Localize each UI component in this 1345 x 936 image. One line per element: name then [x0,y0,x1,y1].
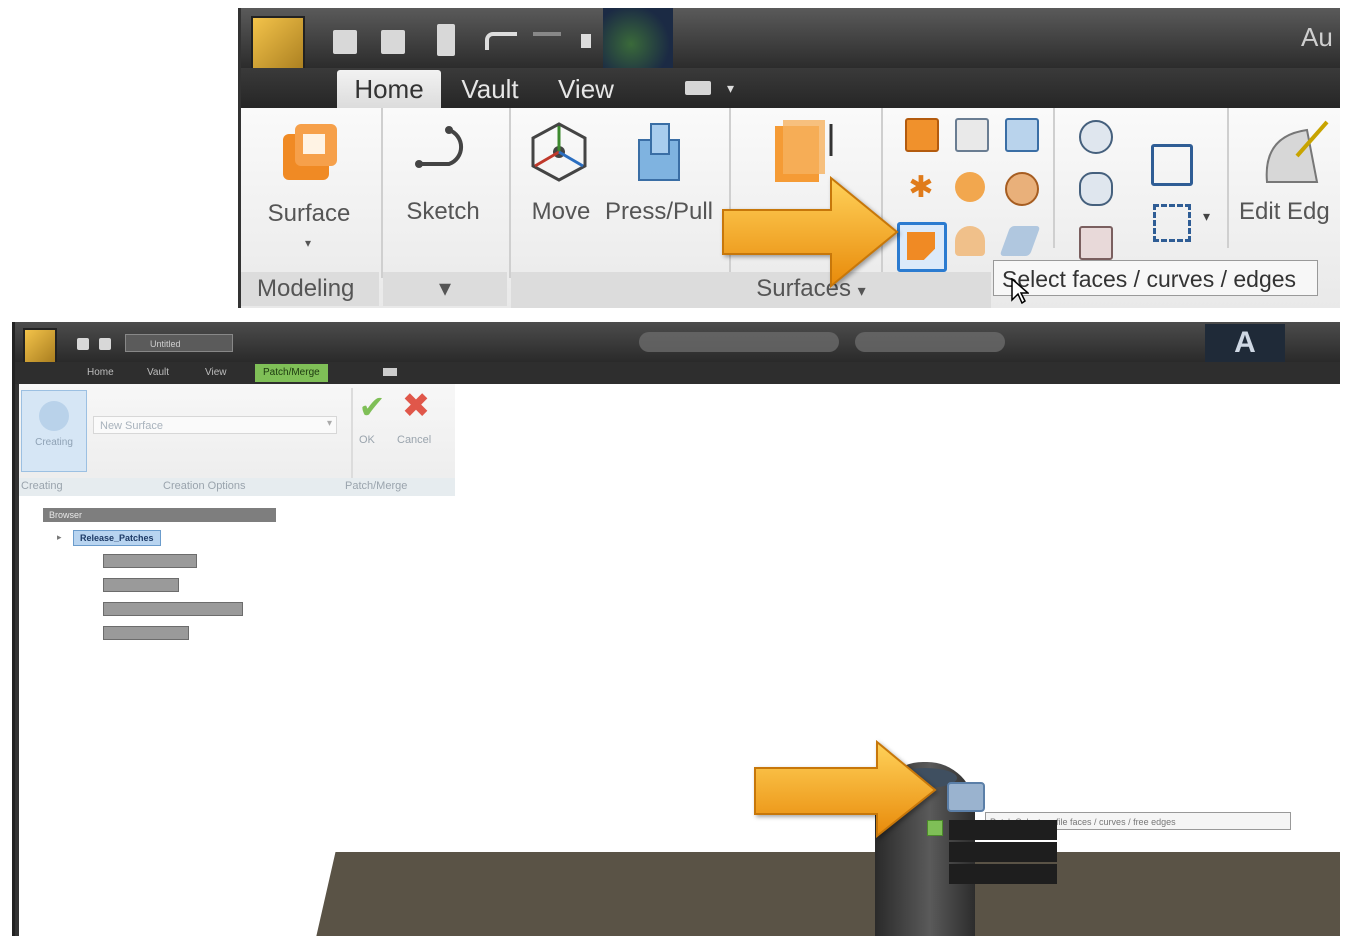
sketch-icon[interactable] [409,126,479,186]
tab-patch-merge[interactable]: Patch/Merge [255,364,328,382]
blend-surface-icon[interactable]: ✱ [905,172,937,204]
extend-icon[interactable] [1153,204,1191,242]
patching-button[interactable]: Creating [21,390,87,472]
thicken-surface-icon[interactable] [999,226,1041,256]
annotation-arrow-icon [721,175,901,289]
tree-root-node[interactable]: Release_Patches [73,530,161,546]
patch-ribbon: Creating New Surface ▾ ✔ OK ✖ Cancel Cre… [15,384,455,496]
more-tools-dropdown-icon[interactable]: ▾ [1203,208,1210,225]
ribbon-group-label-bar: Creating Creation Options Patch/Merge [15,478,455,496]
tree-node[interactable] [103,554,197,568]
cancel-x-icon[interactable]: ✖ [399,388,433,424]
tree-node[interactable] [103,602,243,616]
ribbon-separator [1227,108,1229,248]
tree-node[interactable] [103,626,189,640]
patch-tool-button[interactable] [897,222,947,272]
ribbon-separator [509,108,511,278]
tree-node[interactable] [103,578,179,592]
edit-edge-button[interactable]: Edit Edg [1239,198,1339,226]
annotation-arrow-icon [753,739,939,839]
application-window-screenshot: Untitled A Home Vault View Patch/Merge C… [12,322,1340,936]
sketch-button[interactable]: Sketch [393,198,493,226]
panel-label-modeling[interactable]: Modeling [241,272,379,306]
marking-menu-item[interactable] [949,820,1057,840]
title-bar: Au [241,8,1340,88]
sew-icon[interactable] [1151,144,1193,186]
ribbon-tab-bar: Home Vault View Patch/Merge [15,362,1340,384]
open-file-icon[interactable] [99,338,111,350]
revolve-surface-icon[interactable] [955,118,989,152]
tree-expander-icon[interactable]: ▸ [57,532,62,543]
document-selector[interactable]: Untitled [125,334,233,352]
new-file-icon[interactable] [333,30,357,54]
mouse-cursor-icon [1011,277,1030,305]
tab-vault[interactable]: Vault [147,362,169,384]
tooltip: Select faces / curves / edges [993,260,1318,296]
cancel-button[interactable]: Cancel [397,434,431,446]
stitch-surface-icon[interactable] [955,226,985,256]
3d-floor-surface[interactable] [315,852,1340,936]
ribbon-separator [381,108,383,278]
marking-menu-item[interactable] [949,864,1057,884]
group-patch-merge-label[interactable]: Patch/Merge [345,480,407,492]
tab-home[interactable]: Home [337,70,441,108]
zoomed-ribbon-screenshot: Au Home Vault View ▾ Surface ▾ Sketch Mo… [238,8,1340,308]
tab-overflow-chevron-icon[interactable]: ▾ [727,80,734,97]
open-file-icon[interactable] [381,30,405,54]
ok-checkmark-icon[interactable]: ✔ [355,390,389,424]
title-text-block [639,332,839,352]
patch-marking-icon[interactable] [947,782,985,812]
browser-header: Browser [43,508,276,522]
sweep-surface-icon[interactable] [1005,118,1039,152]
press-pull-button[interactable]: Press/Pull [603,198,715,226]
sphere-tool-icon[interactable] [1079,120,1113,154]
new-surface-dropdown[interactable]: New Surface [93,416,337,434]
group-creation-options-label: Creation Options [163,480,246,492]
group-creating-label: Creating [21,480,63,492]
title-text-block-2 [855,332,1005,352]
app-title: Au [1301,22,1333,52]
press-pull-icon[interactable] [631,118,691,184]
offset-surface-icon[interactable] [1005,172,1039,206]
panel-toggle-icon[interactable] [383,368,397,376]
title-bar-graphic [603,8,673,68]
ribbon-separator [1053,108,1055,248]
tab-home[interactable]: Home [87,362,114,384]
tab-vault[interactable]: Vault [455,70,525,108]
ribbon-tab-bar: Home Vault View ▾ [241,68,1340,108]
delete-face-icon[interactable] [1079,226,1113,260]
ruled-surface-icon[interactable] [1079,172,1113,206]
patching-label: Creating [35,437,73,448]
surface-icon[interactable] [277,120,341,184]
surface-dropdown-icon[interactable]: ▾ [305,236,311,250]
new-file-icon[interactable] [77,338,89,350]
undo-icon[interactable] [485,32,517,50]
surface-button[interactable]: Surface [259,200,359,228]
panel-toggle-icon[interactable] [685,81,711,95]
trim-surface-icon[interactable] [955,172,985,202]
tab-view[interactable]: View [551,70,621,108]
dropdown-chevron-icon[interactable]: ▾ [327,418,332,429]
ribbon-separator [351,388,353,484]
model-browser: Browser ▸ Release_Patches [43,508,278,640]
save-icon[interactable] [437,24,455,56]
window-edge [15,384,19,936]
edit-edge-icon[interactable] [1257,116,1331,186]
autodesk-logo: A [1205,324,1285,362]
quick-access-menu-icon[interactable] [581,34,591,48]
sketch-panel-expander-icon[interactable]: ▾ [383,272,507,306]
ok-button[interactable]: OK [359,434,375,446]
title-bar: Untitled A [15,322,1340,372]
redo-icon[interactable] [533,32,561,50]
move-icon[interactable] [527,120,591,184]
marking-menu-item[interactable] [949,842,1057,862]
tab-view[interactable]: View [205,362,227,384]
move-button[interactable]: Move [521,198,601,226]
extrude-surface-icon[interactable] [905,118,939,152]
